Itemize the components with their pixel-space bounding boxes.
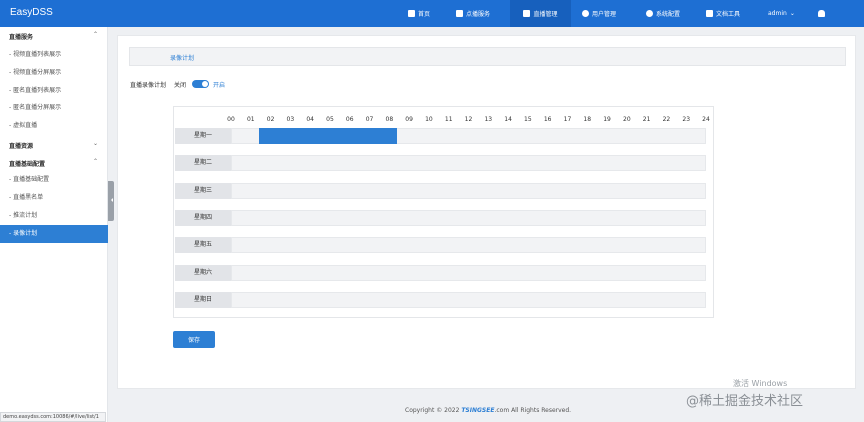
sidebar-item-anon-split[interactable]: - 匿名直播分屏展示 — [0, 99, 108, 117]
hour-label: 15 — [524, 116, 532, 123]
hour-label: 20 — [623, 116, 631, 123]
sidebar-group-live-service[interactable]: 直播服务 — [9, 32, 33, 41]
nav-doc-label: 文档工具 — [716, 11, 741, 18]
main-panel: 录像计划 直播录像计划 关闭 开启 00 01 02 03 04 05 06 07 08 09 10… — [117, 35, 856, 389]
day-label: 星期三 — [175, 182, 231, 199]
sidebar-item-live-split[interactable]: - 视频直播分屏展示 — [0, 64, 108, 82]
sidebar-item-live-list[interactable]: - 视频直播列表展示 — [0, 46, 108, 64]
hour-label: 11 — [444, 116, 453, 123]
sidebar-item-anon-list[interactable]: - 匿名直播列表展示 — [0, 82, 108, 100]
hour-label: 06 — [345, 116, 354, 123]
footer: Copyright © 2022 TSINGSEE.com All Rights… — [405, 407, 571, 414]
hour-label: 21 — [642, 116, 651, 123]
day-time-track[interactable] — [231, 182, 706, 199]
footer-logo: TSINGSEE — [461, 407, 495, 414]
hour-label: 17 — [563, 116, 572, 123]
nav-sys-label: 系统配置 — [656, 11, 681, 18]
url-status-bar: demo.easydss.com:10086/#/live/list/1 — [0, 412, 106, 422]
footer-copyright: Copyright © 2022 — [405, 407, 462, 414]
day-label: 星期四 — [175, 209, 231, 226]
day-time-track[interactable] — [231, 237, 706, 254]
sidebar-item-basic-config[interactable]: - 直播基础配置 — [0, 171, 108, 189]
hour-label: 13 — [484, 116, 493, 123]
hour-label: 03 — [286, 116, 295, 123]
day-time-track[interactable] — [231, 264, 706, 281]
switch-on-label: 开启 — [213, 82, 226, 89]
admin-dropdown[interactable]: admin ⌄ — [768, 0, 795, 27]
camera-icon — [523, 10, 531, 17]
app-logo[interactable]: EasyDSS — [10, 7, 53, 18]
nav-user-label: 用户管理 — [592, 11, 617, 18]
hour-label: 19 — [603, 116, 611, 123]
nav-home[interactable]: 首页 — [408, 0, 430, 27]
hour-label: 22 — [662, 116, 671, 123]
nav-doc[interactable]: 文档工具 — [706, 0, 740, 27]
tab-record-plan[interactable]: 录像计划 — [170, 53, 194, 62]
sidebar-item-push-plan[interactable]: - 推流计划 — [0, 207, 108, 225]
video-icon — [456, 10, 463, 17]
record-toggle[interactable] — [192, 80, 209, 88]
hour-label: 12 — [464, 116, 473, 123]
nav-sys[interactable]: 系统配置 — [646, 0, 680, 27]
day-label: 星期二 — [175, 155, 231, 172]
save-button[interactable]: 保存 — [173, 331, 215, 348]
hour-label: 07 — [365, 116, 374, 123]
chevron-up-icon[interactable]: ⌃ — [93, 158, 98, 165]
hour-label: 01 — [246, 116, 255, 123]
sidebar-group-live-resource[interactable]: 直播资源 — [9, 141, 33, 150]
sidebar-item-virtual-live[interactable]: - 虚拟直播 — [0, 117, 108, 135]
record-schedule-grid: 00 01 02 03 04 05 06 07 08 09 10 11 12 13 14 15 16 17 18 19… — [173, 106, 714, 318]
chevron-down-icon: ⌄ — [789, 10, 795, 17]
hour-label: 14 — [504, 116, 512, 123]
sidebar: 直播服务 ⌃ - 视频直播列表展示 - 视频直播分屏展示 - 匿名直播列表展示 … — [0, 27, 108, 422]
top-navbar: EasyDSS 首页 点播服务 直播管理 用户管理 系统配置 文档工具 admi… — [0, 0, 864, 27]
windows-activation-watermark: 激活 Windows — [733, 379, 788, 388]
chevron-up-icon[interactable]: ⌃ — [93, 31, 98, 38]
chevron-down-icon[interactable]: ⌄ — [93, 140, 98, 147]
hour-label: 05 — [326, 116, 334, 123]
day-label: 星期五 — [175, 237, 231, 254]
day-time-track[interactable] — [231, 155, 706, 172]
nav-home-label: 首页 — [418, 11, 431, 18]
nav-live[interactable]: 直播管理 — [510, 0, 571, 27]
gear-icon — [646, 10, 653, 17]
toggle-knob — [202, 81, 208, 87]
nav-live-label: 直播管理 — [533, 11, 558, 18]
hour-label: 18 — [583, 116, 592, 123]
switch-off-label: 关闭 — [174, 82, 187, 89]
recording-time-block[interactable] — [258, 128, 398, 144]
hour-label: 09 — [405, 116, 413, 123]
hour-label: 08 — [385, 116, 394, 123]
day-time-track[interactable] — [231, 209, 706, 226]
nav-vod-label: 点播服务 — [466, 11, 491, 18]
document-icon — [706, 10, 713, 17]
sidebar-item-record-plan[interactable]: - 录像计划 — [0, 225, 108, 243]
day-label: 星期一 — [175, 128, 231, 144]
notification-button[interactable] — [818, 0, 825, 27]
nav-user[interactable]: 用户管理 — [582, 0, 616, 27]
hour-label: 16 — [543, 116, 552, 123]
juejin-watermark: @稀土掘金技术社区 — [686, 394, 804, 409]
hour-label: 23 — [682, 116, 691, 123]
hour-label: 00 — [227, 116, 235, 123]
hour-label: 04 — [306, 116, 314, 123]
day-label: 星期日 — [175, 291, 231, 308]
hour-label: 10 — [425, 116, 433, 123]
record-switch-label: 直播录像计划 — [130, 82, 167, 89]
day-time-track[interactable] — [231, 128, 706, 144]
admin-label: admin — [768, 10, 787, 17]
hour-label: 24 — [702, 116, 710, 123]
sidebar-collapse-handle[interactable] — [108, 181, 114, 221]
hour-label: 02 — [266, 116, 275, 123]
sidebar-group-live-config[interactable]: 直播基础配置 — [9, 159, 45, 168]
home-icon — [408, 10, 415, 17]
day-label: 星期六 — [175, 264, 231, 281]
user-icon — [582, 10, 589, 17]
day-time-track[interactable] — [231, 291, 706, 308]
nav-vod[interactable]: 点播服务 — [456, 0, 490, 27]
bell-icon — [818, 10, 825, 17]
sidebar-item-blacklist[interactable]: - 直播黑名单 — [0, 189, 108, 207]
tab-bar: 录像计划 — [129, 47, 846, 66]
footer-rights: .com All Rights Reserved. — [494, 407, 572, 414]
